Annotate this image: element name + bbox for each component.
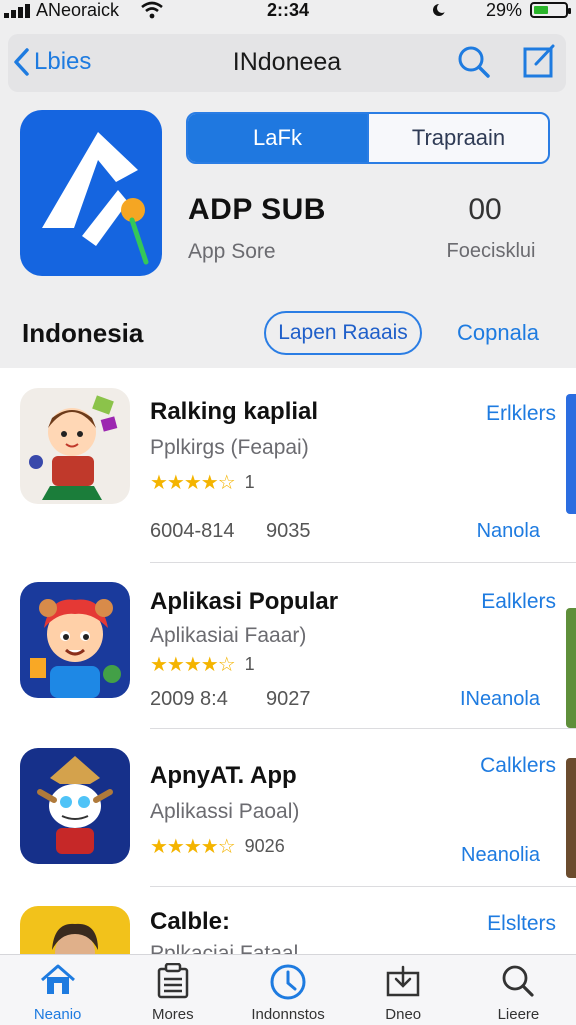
list-item[interactable]: Aplikasi Popular Aplikasiai Faaar) ★★★★☆… <box>0 562 576 728</box>
section-link[interactable]: Copnala <box>446 320 550 346</box>
status-bar: ANeoraick 2::34 29% <box>0 0 576 22</box>
tab-label: Dneo <box>385 1006 422 1023</box>
app-desc: Aplikassi Paoal) <box>150 800 300 823</box>
app-title: ADP SUB <box>188 193 326 226</box>
app-region: Nanola <box>476 520 540 542</box>
stars-icon: ★★★★☆ <box>150 836 236 858</box>
tab-bar: Neanio Mores Indonnstos Dneo Lieere <box>0 954 576 1025</box>
search-icon <box>503 965 535 997</box>
app-meta: 6004-814 <box>150 520 235 542</box>
get-button[interactable]: Erlklers <box>440 402 556 426</box>
cartoon-character-icon <box>37 756 113 854</box>
cartoon-character-icon <box>30 599 121 698</box>
tab-label: Lieere <box>497 1006 540 1023</box>
app-name: ApnyAT. App <box>150 762 297 789</box>
list-item[interactable]: ApnyAT. App Aplikassi Paoal) ★★★★☆ 9026 … <box>0 728 576 892</box>
app-region: INeanola <box>459 688 540 710</box>
section-pill-button[interactable]: Lapen Raaais <box>264 311 422 355</box>
segmented-control: LaFk Trapraain <box>186 112 550 164</box>
stars-icon: ★★★★☆ <box>150 654 236 676</box>
rating-count: 9026 <box>244 836 285 856</box>
rating-label: Foecisklui <box>446 240 536 262</box>
rating-value: 00 <box>468 193 502 226</box>
star-rating: ★★★★☆ 1 <box>150 470 255 495</box>
rating-count: 1 <box>244 654 255 674</box>
get-button[interactable]: Ealklers <box>440 590 556 614</box>
star-rating: ★★★★☆ 1 <box>150 652 255 677</box>
app-meta: 2009 8:4 <box>150 688 228 710</box>
stars-icon: ★★★★☆ <box>150 472 236 494</box>
navigation-bar: Lbies INdoneea <box>8 34 566 92</box>
get-button[interactable]: Calklers <box>440 754 556 778</box>
app-logo-icon <box>42 132 149 265</box>
app-region: Neanolia <box>461 844 540 866</box>
battery-percent: 29% <box>485 0 522 20</box>
app-thumbnail <box>20 906 130 954</box>
home-icon <box>40 964 75 994</box>
compose-icon[interactable] <box>522 42 556 80</box>
download-tray-icon <box>386 965 420 997</box>
app-meta-2: 9035 <box>266 520 311 542</box>
search-icon[interactable] <box>456 44 492 80</box>
tab-indonesia[interactable]: Indonnstos <box>230 955 345 1025</box>
tab-label: Mores <box>151 1006 194 1023</box>
segment-inactive[interactable]: Trapraain <box>367 114 548 162</box>
app-desc: Pplkaciai Fataal <box>150 942 299 954</box>
next-card-edge <box>566 608 576 728</box>
app-desc: Pplkirgs (Feapai) <box>150 436 309 459</box>
section-title: Indonesia <box>22 318 144 348</box>
app-name: Aplikasi Popular <box>150 588 339 615</box>
app-thumbnail <box>20 582 130 698</box>
tab-home[interactable]: Neanio <box>0 955 115 1025</box>
tab-label: Neanio <box>33 1006 82 1023</box>
app-subtitle: App Sore <box>188 240 276 263</box>
next-card-edge <box>566 758 576 878</box>
app-desc: Aplikasiai Faaar) <box>150 624 307 647</box>
list-item[interactable]: Ralking kaplial Pplkirgs (Feapai) ★★★★☆ … <box>0 368 576 542</box>
news-icon <box>157 963 189 999</box>
list-item[interactable]: Calble: Pplkaciai Fataal Elslters <box>0 886 576 954</box>
rating-count: 1 <box>244 472 255 492</box>
moon-icon <box>433 3 447 16</box>
clock-icon <box>270 964 306 1000</box>
app-thumbnail <box>20 748 130 864</box>
battery-icon <box>530 2 571 18</box>
next-card-edge <box>566 394 576 514</box>
person-photo-icon <box>52 923 98 954</box>
tab-more[interactable]: Mores <box>115 955 230 1025</box>
tab-updates[interactable]: Dneo <box>346 955 461 1025</box>
app-name: Calble: <box>150 908 231 935</box>
get-button[interactable]: Elslters <box>440 912 556 936</box>
star-rating: ★★★★☆ 9026 <box>150 834 285 859</box>
app-name: Ralking kaplial <box>150 398 319 425</box>
cartoon-character-icon <box>29 395 118 500</box>
app-meta-2: 9027 <box>266 688 311 710</box>
app-thumbnail <box>20 388 130 504</box>
app-icon[interactable] <box>20 110 162 276</box>
tab-search[interactable]: Lieere <box>461 955 576 1025</box>
segment-active[interactable]: LaFk <box>188 114 367 162</box>
tab-label: Indonnstos <box>251 1006 325 1023</box>
